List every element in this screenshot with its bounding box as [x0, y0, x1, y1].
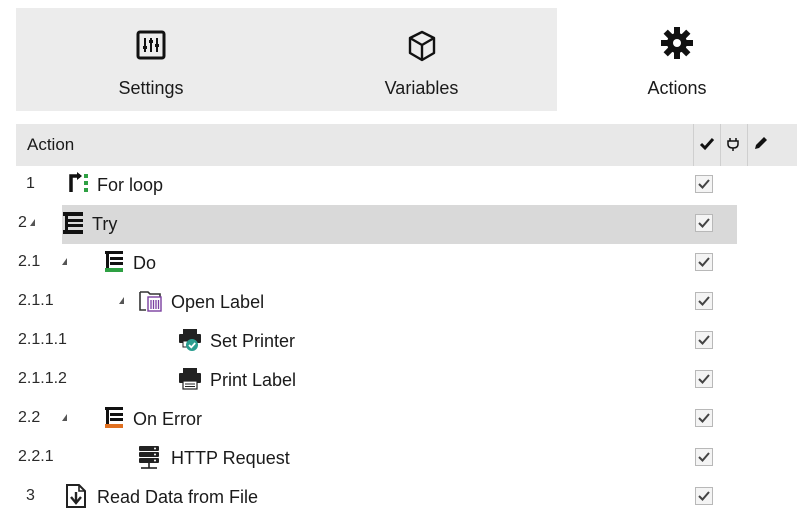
row-number: 2.1.1.2	[18, 370, 67, 387]
action-row[interactable]: 1 For loop	[16, 166, 797, 205]
column-header-action[interactable]: Action	[27, 135, 74, 155]
printer-icon	[178, 367, 202, 396]
expand-arrow-icon[interactable]	[62, 414, 67, 421]
tab-bar: Settings Variables Actions	[0, 0, 797, 112]
tab-settings[interactable]: Settings	[16, 8, 286, 111]
action-row[interactable]: 2.1.1.1 Set Printer	[16, 322, 797, 361]
http-request-icon	[137, 445, 161, 476]
action-row[interactable]: 2.2.1 HTTP Request	[16, 439, 797, 478]
row-number: 2.1.1	[18, 292, 54, 309]
row-number: 2.1	[18, 253, 41, 270]
tab-variables-label: Variables	[384, 78, 459, 98]
tab-settings-label: Settings	[118, 78, 184, 98]
action-label: For loop	[97, 175, 164, 195]
row-number: 3	[26, 487, 35, 504]
action-label: On Error	[133, 409, 203, 429]
selected-row-highlight	[62, 205, 737, 244]
row-number: 2.2	[18, 409, 41, 426]
action-label: Print Label	[210, 370, 297, 390]
row-number: 2.1.1.1	[18, 331, 67, 348]
action-label: Try	[92, 214, 118, 234]
action-label: Do	[133, 253, 157, 273]
actions-grid: Action 1 For loop 2 Try 2.1 Do 2.1.1 Ope…	[16, 124, 797, 525]
column-separator	[720, 124, 721, 166]
plug-icon[interactable]	[725, 136, 741, 157]
column-separator	[693, 124, 694, 166]
tab-actions[interactable]: Actions	[557, 8, 797, 111]
read-data-from-file-icon	[65, 484, 87, 513]
settings-sliders-icon	[136, 30, 166, 65]
action-row[interactable]: 3 Read Data from File	[16, 478, 797, 517]
action-row[interactable]: 2.1 Do	[16, 244, 797, 283]
enabled-checkbox[interactable]	[695, 487, 713, 505]
action-label: Read Data from File	[97, 487, 259, 507]
row-number: 2.2.1	[18, 448, 54, 465]
open-label-icon	[138, 289, 162, 318]
tab-actions-label: Actions	[647, 78, 707, 98]
action-row[interactable]: 2 Try	[16, 205, 797, 244]
tab-variables[interactable]: Variables	[286, 8, 557, 111]
action-row[interactable]: 2.1.1.2 Print Label	[16, 361, 797, 400]
enabled-checkbox[interactable]	[695, 253, 713, 271]
column-separator	[747, 124, 748, 166]
action-label: Open Label	[171, 292, 265, 312]
row-number: 2	[18, 214, 27, 231]
expand-arrow-icon[interactable]	[30, 219, 35, 226]
enabled-checkbox[interactable]	[695, 292, 713, 310]
cube-icon	[407, 30, 437, 67]
on-error-icon	[104, 406, 126, 435]
enabled-checkbox[interactable]	[695, 448, 713, 466]
do-icon	[104, 250, 126, 279]
set-printer-icon	[178, 328, 202, 357]
enabled-checkbox[interactable]	[695, 214, 713, 232]
action-row[interactable]: 2.2 On Error	[16, 400, 797, 439]
gear-icon	[660, 26, 694, 65]
action-label: HTTP Request	[171, 448, 290, 468]
for-loop-icon	[68, 172, 90, 201]
try-icon	[62, 211, 84, 240]
enabled-checkbox[interactable]	[695, 370, 713, 388]
expand-arrow-icon[interactable]	[119, 297, 124, 304]
enabled-checkbox[interactable]	[695, 331, 713, 349]
row-number: 1	[26, 175, 35, 192]
checkmark-icon[interactable]	[699, 136, 715, 157]
enabled-checkbox[interactable]	[695, 409, 713, 427]
enabled-checkbox[interactable]	[695, 175, 713, 193]
action-row[interactable]: 2.1.1 Open Label	[16, 283, 797, 322]
pencil-icon[interactable]	[752, 136, 768, 157]
action-label: Set Printer	[210, 331, 296, 351]
grid-header: Action	[16, 124, 797, 166]
expand-arrow-icon[interactable]	[62, 258, 67, 265]
